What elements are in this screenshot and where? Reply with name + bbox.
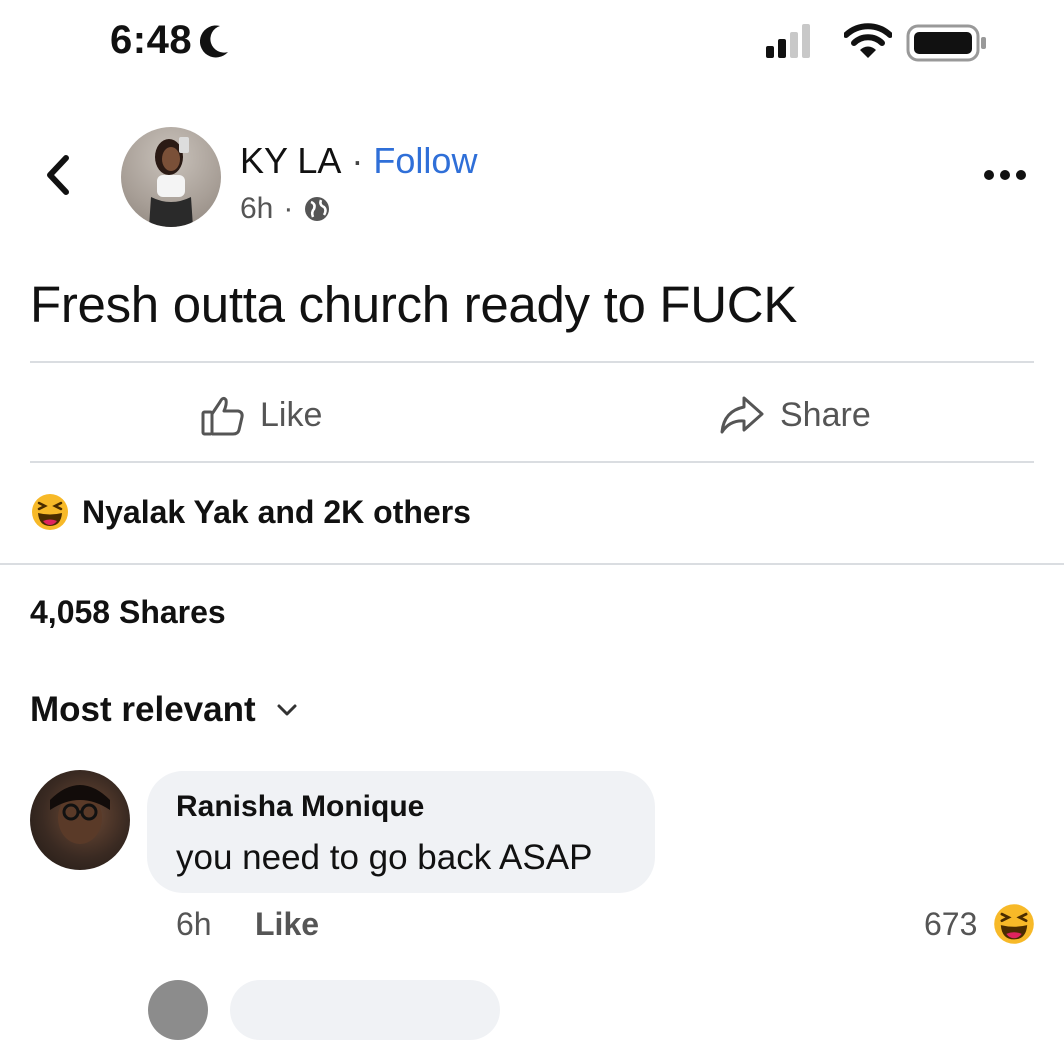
divider-actions [30,461,1034,463]
next-comment-bubble [230,980,500,1040]
post-meta: 6h · [240,192,331,226]
author-separator: · [351,140,364,181]
post-text: Fresh outta church ready to FUCK [30,276,798,333]
moon-icon [200,25,229,57]
status-time-text: 6:48 [110,18,193,62]
post-age[interactable]: 6h [240,192,273,226]
comment-age[interactable]: 6h [176,906,212,943]
status-bar-time: 6:48 [110,18,230,63]
reactions-text: Nyalak Yak and 2K others [82,493,471,530]
reactions-summary[interactable]: Nyalak Yak and 2K others [30,492,471,532]
author-avatar-image [149,137,193,227]
comment-reaction-count[interactable]: 673 [924,906,977,943]
divider-top [30,361,1034,363]
back-chevron-icon[interactable] [40,150,74,200]
comment-avatar-image [50,785,110,844]
comment-author-avatar[interactable] [30,770,130,870]
haha-reaction-icon[interactable] [992,902,1036,946]
comment-text: you need to go back ASAP [176,838,593,877]
share-label: Share [780,395,871,434]
shares-count[interactable]: 4,058 Shares [30,594,226,631]
divider-full [0,563,1064,565]
sort-label: Most relevant [30,690,256,729]
more-options-icon[interactable] [982,165,1028,185]
share-arrow-icon [720,396,764,434]
share-button[interactable]: Share [718,390,871,440]
globe-icon [305,197,330,221]
comment-like-button[interactable]: Like [255,906,319,943]
author-name[interactable]: KY LA [240,140,341,182]
battery-icon [906,24,986,62]
meta-separator: · [283,192,294,225]
chevron-down-icon [277,704,297,716]
haha-reaction-icon [32,494,68,530]
comment-author-name[interactable]: Ranisha Monique [176,790,424,824]
follow-button[interactable]: Follow [373,140,477,182]
author-avatar[interactable] [121,127,221,227]
next-comment-avatar[interactable] [148,980,208,1040]
comment-sort-dropdown[interactable]: Most relevant [30,690,298,730]
like-label: Like [260,395,323,434]
like-thumb-icon [201,396,244,436]
like-button[interactable]: Like [200,390,322,440]
wifi-icon [844,23,892,58]
author-line: KY LA · Follow [240,140,477,182]
cellular-signal-icon [766,24,810,58]
